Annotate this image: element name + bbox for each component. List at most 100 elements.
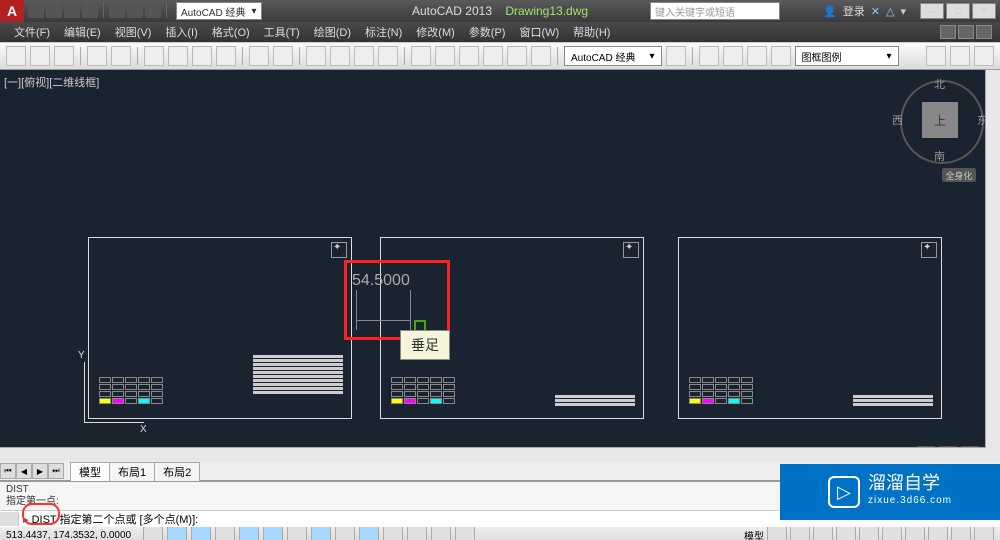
workspace-selector[interactable]: AutoCAD 经典▾ [564, 46, 662, 66]
maximize-button[interactable]: □ [946, 3, 970, 19]
status-qp-icon[interactable] [431, 526, 451, 540]
status-ducs-icon[interactable] [335, 526, 355, 540]
exchange-icon[interactable]: ✕ [871, 5, 880, 18]
tool-layer-icon[interactable] [699, 46, 719, 66]
menu-param[interactable]: 参数(P) [463, 22, 512, 42]
tab-first-button[interactable]: ⏮ [0, 463, 16, 479]
status-modelspace-label[interactable]: 模型 [744, 528, 764, 540]
status-lock-icon[interactable] [905, 526, 925, 540]
tab-layout2[interactable]: 布局2 [154, 462, 200, 481]
tool-redo-icon[interactable] [273, 46, 293, 66]
doc-restore-button[interactable] [958, 25, 974, 39]
layer-legend-dropdown[interactable]: 图框图例▾ [795, 46, 899, 66]
tool-paste-icon[interactable] [192, 46, 212, 66]
status-ws-icon[interactable] [882, 526, 902, 540]
menu-tools[interactable]: 工具(T) [258, 22, 306, 42]
tool-layeron-icon[interactable] [974, 46, 994, 66]
qat-new-icon[interactable] [28, 2, 44, 18]
horizontal-scrollbar[interactable] [0, 447, 986, 462]
search-input[interactable]: 键入关键字或短语 [650, 2, 780, 20]
user-icon[interactable]: 👤 [823, 5, 837, 18]
tool-copy-icon[interactable] [168, 46, 188, 66]
dropdown-icon[interactable]: ▾ [900, 5, 906, 18]
tool-cut-icon[interactable] [144, 46, 164, 66]
canvas[interactable]: YX [0, 70, 1000, 462]
minimize-button[interactable]: — [920, 3, 944, 19]
status-3dosnap-icon[interactable] [287, 526, 307, 540]
tool-match-icon[interactable] [216, 46, 236, 66]
tool-markup-icon[interactable] [507, 46, 527, 66]
status-tpy-icon[interactable] [407, 526, 427, 540]
status-grid-icon[interactable] [191, 526, 211, 540]
qat-print-icon[interactable] [109, 2, 125, 18]
tool-open-icon[interactable] [30, 46, 50, 66]
tool-zoomprev-icon[interactable] [378, 46, 398, 66]
status-annoauto-icon[interactable] [859, 526, 879, 540]
tool-save-icon[interactable] [54, 46, 74, 66]
status-quickview-drawings-icon[interactable] [790, 526, 810, 540]
tool-properties-icon[interactable] [411, 46, 431, 66]
tool-sheetset-icon[interactable] [483, 46, 503, 66]
qat-open-icon[interactable] [46, 2, 62, 18]
menu-file[interactable]: 文件(F) [8, 22, 56, 42]
menu-edit[interactable]: 编辑(E) [58, 22, 107, 42]
status-dyn-icon[interactable] [359, 526, 379, 540]
tool-toolpalette-icon[interactable] [459, 46, 479, 66]
status-infer-icon[interactable] [143, 526, 163, 540]
tool-layeroff-icon[interactable] [950, 46, 970, 66]
status-sc-icon[interactable] [455, 526, 475, 540]
vertical-scrollbar[interactable] [985, 70, 1000, 462]
menu-insert[interactable]: 插入(I) [159, 22, 203, 42]
tool-undo-icon[interactable] [249, 46, 269, 66]
tab-model[interactable]: 模型 [70, 462, 110, 481]
tab-last-button[interactable]: ⏭ [48, 463, 64, 479]
tab-layout1[interactable]: 布局1 [109, 462, 155, 481]
status-annovis-icon[interactable] [836, 526, 856, 540]
menu-format[interactable]: 格式(O) [206, 22, 256, 42]
status-clean-icon[interactable] [974, 526, 994, 540]
doc-minimize-button[interactable] [940, 25, 956, 39]
status-hardware-icon[interactable] [928, 526, 948, 540]
menu-help[interactable]: 帮助(H) [567, 22, 616, 42]
menu-dimension[interactable]: 标注(N) [359, 22, 408, 42]
status-polar-icon[interactable] [239, 526, 259, 540]
tool-calc-icon[interactable] [531, 46, 551, 66]
tool-designcenter-icon[interactable] [435, 46, 455, 66]
status-annoscale-icon[interactable] [813, 526, 833, 540]
tool-freeze-icon[interactable] [747, 46, 767, 66]
app-logo[interactable]: A [0, 0, 24, 22]
coordinates-readout[interactable]: 513.4437, 174.3532, 0.0000 [6, 530, 131, 540]
tool-lock-icon[interactable] [771, 46, 791, 66]
qat-save-icon[interactable] [64, 2, 80, 18]
doc-close-button[interactable] [976, 25, 992, 39]
tab-next-button[interactable]: ▶ [32, 463, 48, 479]
menu-window[interactable]: 窗口(W) [513, 22, 565, 42]
tool-print-icon[interactable] [87, 46, 107, 66]
status-isolate-icon[interactable] [951, 526, 971, 540]
tool-pan-icon[interactable] [306, 46, 326, 66]
status-quickview-layouts-icon[interactable] [767, 526, 787, 540]
status-lwt-icon[interactable] [383, 526, 403, 540]
status-osnap-icon[interactable] [263, 526, 283, 540]
tool-bulb-icon[interactable] [723, 46, 743, 66]
login-button[interactable]: 登录 [843, 3, 865, 19]
tool-zoomwin-icon[interactable] [354, 46, 374, 66]
status-ortho-icon[interactable] [215, 526, 235, 540]
workspace-dropdown[interactable]: AutoCAD 经典 ▾ [176, 2, 262, 20]
help-icon[interactable]: △ [886, 5, 894, 18]
tab-prev-button[interactable]: ◀ [16, 463, 32, 479]
qat-redo-icon[interactable] [145, 2, 161, 18]
status-otrack-icon[interactable] [311, 526, 331, 540]
tool-preview-icon[interactable] [111, 46, 131, 66]
menu-draw[interactable]: 绘图(D) [308, 22, 357, 42]
close-button[interactable]: ✕ [972, 3, 996, 19]
qat-saveas-icon[interactable] [82, 2, 98, 18]
menu-view[interactable]: 视图(V) [109, 22, 158, 42]
tool-zoom-icon[interactable] [330, 46, 350, 66]
tool-gear-icon[interactable] [666, 46, 686, 66]
status-snap-icon[interactable] [167, 526, 187, 540]
tool-new-icon[interactable] [6, 46, 26, 66]
tool-layeriso-icon[interactable] [926, 46, 946, 66]
drawing-viewport[interactable]: [一][俯视][二维线框] 上 北 南 东 西 全身化 YX [0, 70, 1000, 462]
qat-undo-icon[interactable] [127, 2, 143, 18]
